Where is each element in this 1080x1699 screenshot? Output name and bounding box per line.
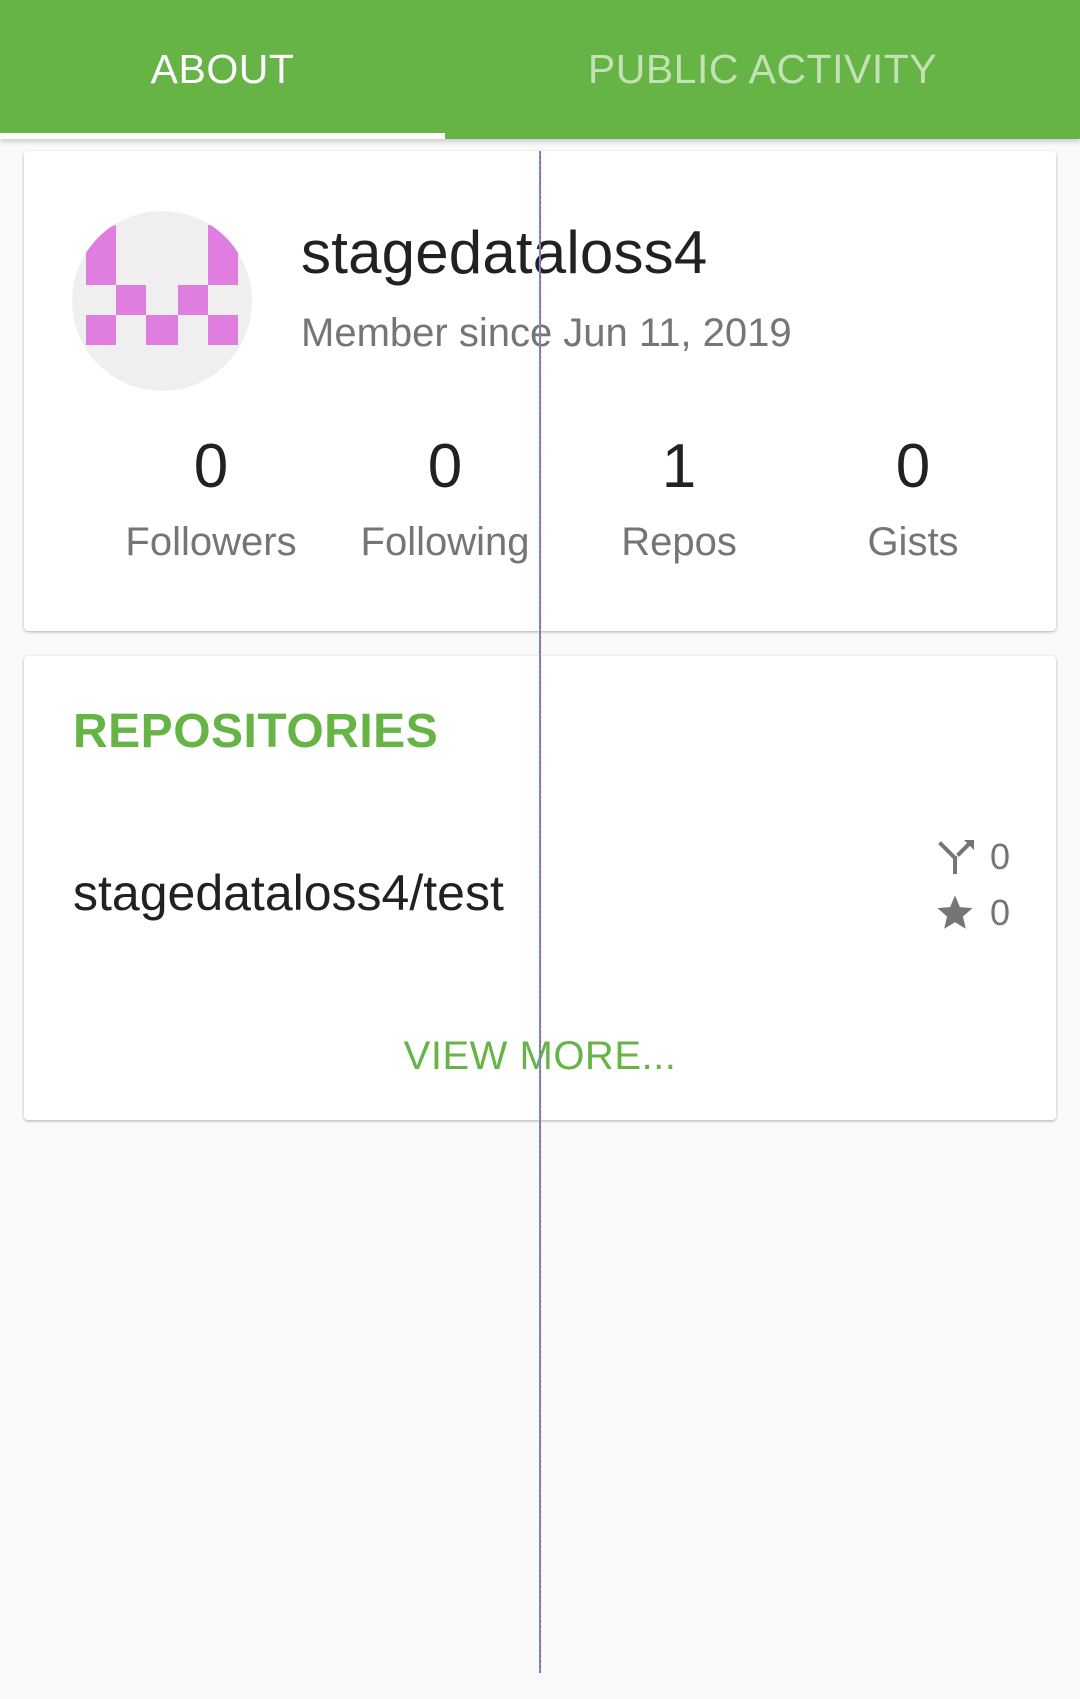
tab-selected-indicator [0,133,445,139]
fork-icon [934,836,976,878]
avatar[interactable] [72,211,252,391]
tab-bar: ABOUT PUBLIC ACTIVITY [0,0,1080,139]
stat-value: 0 [193,432,229,501]
repositories-heading: REPOSITORIES [73,705,439,758]
username: stagedataloss4 [301,219,708,286]
stat-label: Following [360,520,530,564]
forks-count: 0 [990,836,1011,877]
repository-stars: 0 [934,892,1010,934]
stars-count: 0 [990,892,1011,933]
stat-gists[interactable]: 0 Gists [796,436,1030,565]
identicon-icon [86,225,238,345]
stat-value: 0 [427,432,463,501]
stat-label: Followers [125,520,297,564]
repository-forks: 0 [934,836,1010,878]
stat-following[interactable]: 0 Following [328,436,562,565]
tab-public-activity[interactable]: PUBLIC ACTIVITY [445,0,1080,139]
stat-repos[interactable]: 1 Repos [562,436,796,565]
stat-label: Gists [867,520,959,564]
repository-name: stagedataloss4/test [73,865,504,921]
stat-value: 0 [895,432,931,501]
layout-guide-dash [540,151,541,1673]
tab-about[interactable]: ABOUT [0,0,445,139]
star-icon [934,892,976,934]
stat-value: 1 [661,432,697,501]
stat-followers[interactable]: 0 Followers [94,436,328,565]
stat-label: Repos [621,520,737,564]
member-since: Member since Jun 11, 2019 [301,311,792,355]
